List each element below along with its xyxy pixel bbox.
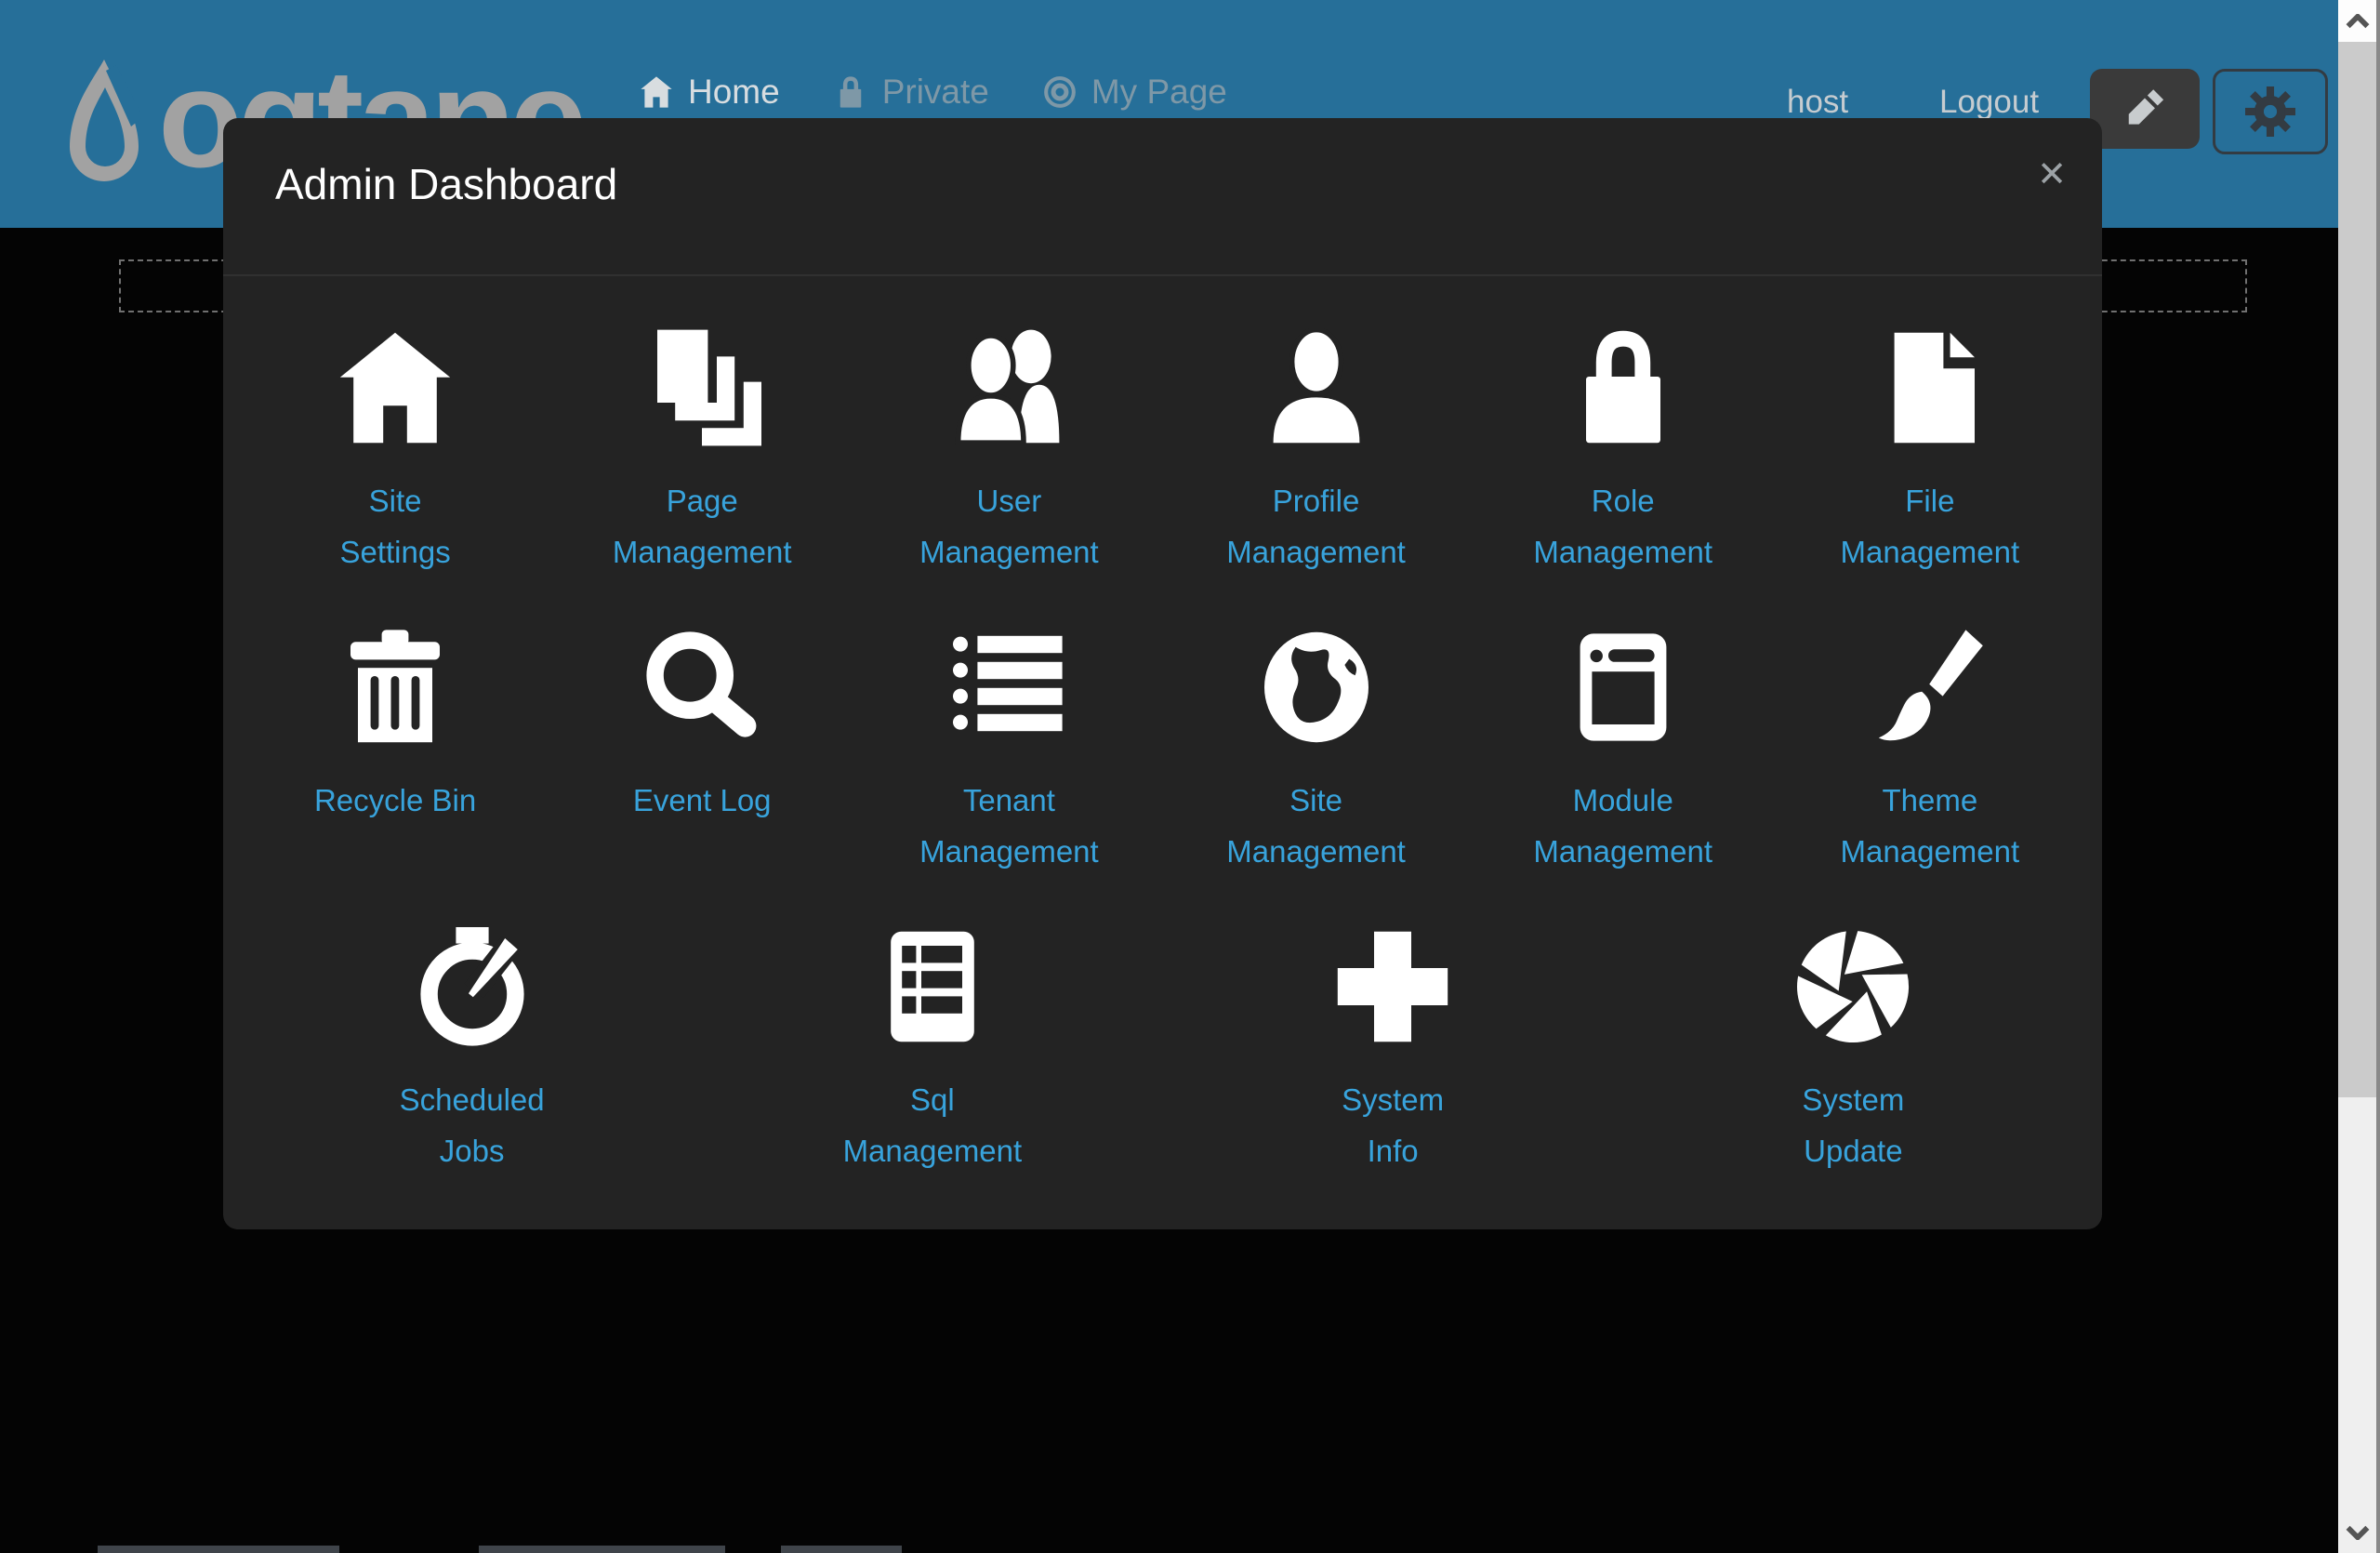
tile-label: Role Management xyxy=(1484,475,1763,577)
tile-label: Module Management xyxy=(1484,775,1763,877)
tile-label: Recycle Bin xyxy=(256,775,535,826)
tile-system-info[interactable]: System Info xyxy=(1253,925,1532,1176)
tile-user-management[interactable]: User Management xyxy=(869,326,1148,577)
scroll-up-button[interactable] xyxy=(2338,0,2376,42)
person-icon xyxy=(1252,328,1381,447)
scroll-down-button[interactable] xyxy=(2338,1514,2376,1551)
tile-label: Scheduled Jobs xyxy=(333,1074,612,1176)
settings-button[interactable] xyxy=(2213,69,2328,154)
tile-event-log[interactable]: Event Log xyxy=(562,626,841,877)
tile-label: Page Management xyxy=(562,475,841,577)
scrollbar-thumb[interactable] xyxy=(2338,42,2376,1097)
tile-label: Profile Management xyxy=(1177,475,1456,577)
logout-link[interactable]: Logout xyxy=(1939,84,2039,121)
tile-site-management[interactable]: Site Management xyxy=(1177,626,1456,877)
spreadsheet-icon xyxy=(868,927,997,1046)
close-icon[interactable]: ✕ xyxy=(2037,157,2067,192)
tile-label: Event Log xyxy=(562,775,841,826)
home-icon xyxy=(331,328,459,447)
modal-title: Admin Dashboard xyxy=(275,159,617,209)
tile-label: Site Settings xyxy=(256,475,535,577)
clipped-text-fragment xyxy=(479,1546,725,1553)
tile-file-management[interactable]: File Management xyxy=(1791,326,2069,577)
medical-cross-icon xyxy=(1329,927,1457,1046)
tile-label: User Management xyxy=(869,475,1148,577)
tile-tenant-management[interactable]: Tenant Management xyxy=(869,626,1148,877)
pencil-icon xyxy=(2123,87,2166,130)
tile-module-management[interactable]: Module Management xyxy=(1484,626,1763,877)
tile-label: System Update xyxy=(1713,1074,1992,1176)
tile-recycle-bin[interactable]: Recycle Bin xyxy=(256,626,535,877)
tile-label: Site Management xyxy=(1177,775,1456,877)
tile-label: System Info xyxy=(1253,1074,1532,1176)
tile-profile-management[interactable]: Profile Management xyxy=(1177,326,1456,577)
timer-icon xyxy=(408,927,536,1046)
tile-label: Theme Management xyxy=(1791,775,2069,877)
tile-label: File Management xyxy=(1791,475,2069,577)
tile-label: Sql Management xyxy=(793,1074,1072,1176)
lock-icon xyxy=(1559,328,1687,447)
vertical-scrollbar[interactable] xyxy=(2338,0,2380,1553)
modal-header: Admin Dashboard ✕ xyxy=(223,118,2102,276)
tile-theme-management[interactable]: Theme Management xyxy=(1791,626,2069,877)
tile-role-management[interactable]: Role Management xyxy=(1484,326,1763,577)
tile-scheduled-jobs[interactable]: Scheduled Jobs xyxy=(333,925,612,1176)
edit-mode-button[interactable] xyxy=(2090,69,2200,149)
brush-icon xyxy=(1866,628,1994,747)
tile-site-settings[interactable]: Site Settings xyxy=(256,326,535,577)
admin-tile-grid: Site Settings Page Management User Manag… xyxy=(223,276,2102,1225)
file-icon xyxy=(1866,328,1994,447)
trash-icon xyxy=(331,628,459,747)
globe-icon xyxy=(1252,628,1381,747)
layers-icon xyxy=(638,328,766,447)
tile-label: Tenant Management xyxy=(869,775,1148,877)
tile-system-update[interactable]: System Update xyxy=(1713,925,1992,1176)
browser-icon xyxy=(1559,628,1687,747)
people-icon xyxy=(945,328,1073,447)
clipped-text-fragment xyxy=(781,1546,902,1553)
username-link[interactable]: host xyxy=(1787,84,1848,121)
chevron-up-icon xyxy=(2346,14,2370,29)
tile-sql-management[interactable]: Sql Management xyxy=(793,925,1072,1176)
clipped-text-fragment xyxy=(98,1546,339,1553)
aperture-icon xyxy=(1789,927,1917,1046)
magnifying-glass-icon xyxy=(638,628,766,747)
gear-icon xyxy=(2245,86,2295,137)
chevron-down-icon xyxy=(2346,1525,2370,1540)
admin-dashboard-modal: Admin Dashboard ✕ Site Settings Page Man… xyxy=(223,118,2102,1229)
list-icon xyxy=(945,628,1073,747)
clipped-bottom-content xyxy=(0,1544,2338,1553)
tile-page-management[interactable]: Page Management xyxy=(562,326,841,577)
